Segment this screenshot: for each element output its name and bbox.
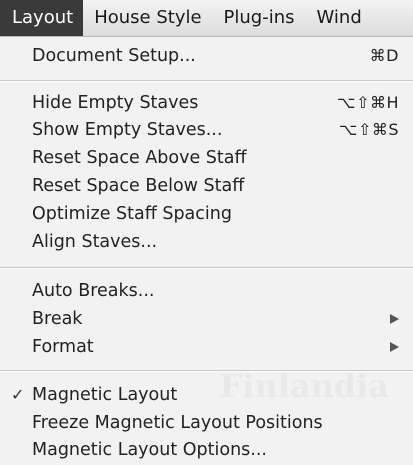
menu-item-format[interactable]: Format: [0, 334, 413, 360]
menu-item-reset-space-below-staff[interactable]: Reset Space Below Staff: [0, 173, 413, 199]
menu-item-document-setup[interactable]: Document Setup... ⌘D: [0, 43, 413, 69]
shortcut-label: ⌥⇧⌘S: [339, 120, 399, 139]
menu-item-label: Show Empty Staves...: [32, 120, 223, 140]
menu-item-label: Break: [32, 309, 83, 329]
menu-bar: Layout House Style Plug-ins Wind: [0, 0, 413, 37]
shortcut-label: ⌥⇧⌘H: [337, 93, 399, 112]
menu-item-magnetic-layout[interactable]: ✓ Magnetic Layout: [0, 382, 413, 408]
submenu-arrow-icon: [390, 342, 399, 352]
shortcut-label: ⌘D: [369, 46, 399, 65]
menu-item-label: Reset Space Above Staff: [32, 148, 247, 168]
checkmark-icon: ✓: [11, 385, 25, 404]
menu-item-label: Optimize Staff Spacing: [32, 204, 232, 224]
menu-item-freeze-magnetic-layout-positions[interactable]: Freeze Magnetic Layout Positions: [0, 410, 413, 436]
menubar-item-layout[interactable]: Layout: [0, 0, 84, 36]
menu-item-align-staves[interactable]: Align Staves...: [0, 229, 413, 255]
menu-item-label: Magnetic Layout Options...: [32, 440, 267, 460]
menu-item-label: Freeze Magnetic Layout Positions: [32, 413, 323, 433]
menu-item-label: Align Staves...: [32, 232, 158, 252]
menu-item-optimize-staff-spacing[interactable]: Optimize Staff Spacing: [0, 201, 413, 227]
menu-item-show-empty-staves[interactable]: Show Empty Staves... ⌥⇧⌘S: [0, 117, 413, 143]
menu-separator: [0, 370, 413, 372]
menu-item-label: Document Setup...: [32, 46, 196, 66]
menu-item-label: Magnetic Layout: [32, 385, 178, 405]
menu-item-reset-space-above-staff[interactable]: Reset Space Above Staff: [0, 145, 413, 171]
menu-item-hide-empty-staves[interactable]: Hide Empty Staves ⌥⇧⌘H: [0, 90, 413, 116]
menubar-item-plug-ins[interactable]: Plug-ins: [213, 0, 306, 36]
menu-item-magnetic-layout-options[interactable]: Magnetic Layout Options...: [0, 437, 413, 463]
submenu-arrow-icon: [390, 314, 399, 324]
menu-separator: [0, 80, 413, 82]
menubar-item-house-style[interactable]: House Style: [83, 0, 212, 36]
menu-item-break[interactable]: Break: [0, 306, 413, 332]
menu-item-auto-breaks[interactable]: Auto Breaks...: [0, 278, 413, 304]
layout-dropdown-menu: Finlandia Document Setup... ⌘D Hide Empt…: [0, 37, 413, 465]
menu-item-label: Auto Breaks...: [32, 281, 155, 301]
menu-separator: [0, 267, 413, 269]
menu-item-label: Hide Empty Staves: [32, 93, 199, 113]
menu-item-label: Reset Space Below Staff: [32, 176, 245, 196]
menu-item-label: Format: [32, 337, 94, 357]
menubar-item-window[interactable]: Wind: [306, 0, 373, 36]
